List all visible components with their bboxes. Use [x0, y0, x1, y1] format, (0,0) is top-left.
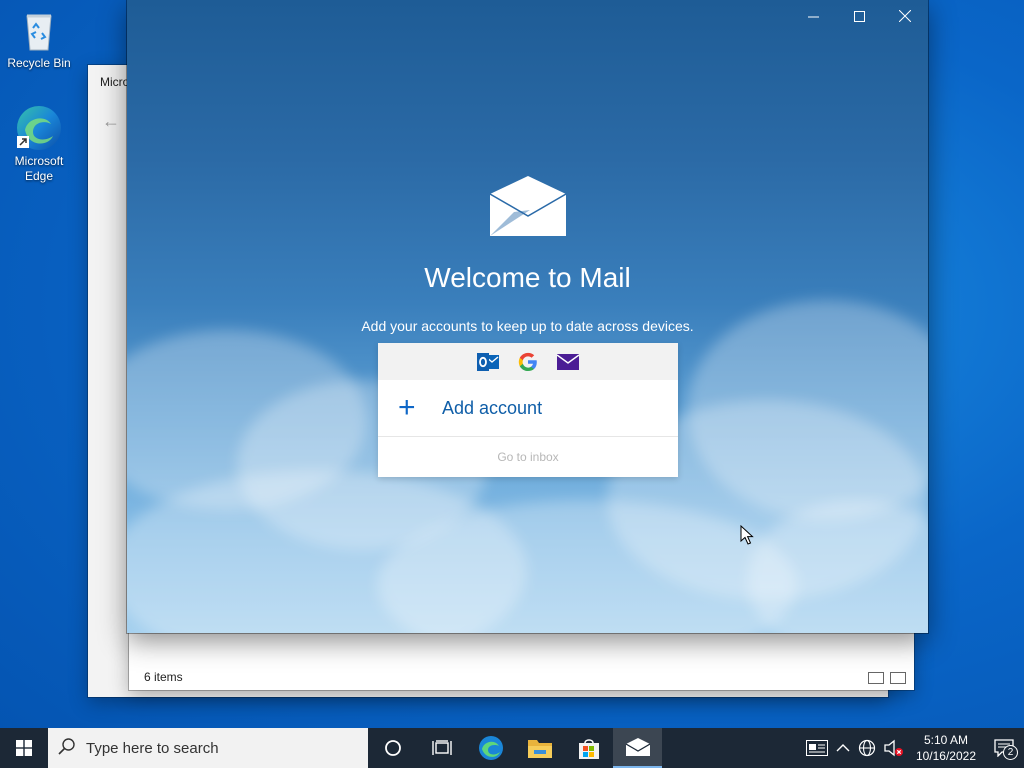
edge-icon	[478, 736, 503, 760]
account-card: + Add account Go to inbox	[378, 343, 678, 477]
store-button[interactable]	[564, 728, 613, 768]
windows-icon	[16, 740, 32, 756]
file-explorer-icon	[527, 740, 552, 758]
minimize-button[interactable]	[790, 0, 836, 32]
google-icon	[517, 351, 539, 373]
recycle-bin-icon	[15, 6, 63, 54]
mail-icon	[625, 738, 650, 756]
task-view-icon	[431, 740, 452, 755]
desktop-icon-label: Microsoft Edge	[14, 154, 64, 183]
welcome-subtitle: Add your accounts to keep up to date acr…	[361, 318, 694, 334]
window-title: Micro	[100, 75, 130, 89]
large-icons-view-icon[interactable]	[890, 672, 906, 684]
store-icon	[578, 739, 599, 759]
taskbar: Type here to search 5:10 AM 10/16/2022 2	[0, 728, 1024, 768]
network-icon[interactable]	[854, 728, 880, 768]
mail-taskbar-button[interactable]	[613, 728, 662, 768]
task-view-button[interactable]	[417, 728, 466, 768]
cortana-icon	[384, 740, 401, 756]
mail-icon	[557, 351, 579, 373]
cortana-button[interactable]	[368, 728, 417, 768]
clock-date: 10/16/2022	[915, 749, 976, 763]
close-button[interactable]	[882, 0, 928, 32]
minimize-icon	[807, 16, 819, 17]
desktop-icon-label: Recycle Bin	[7, 56, 71, 70]
mail-logo-icon	[489, 176, 567, 236]
search-placeholder: Type here to search	[86, 739, 219, 757]
news-widget-icon[interactable]	[802, 728, 832, 768]
mouse-cursor-icon	[740, 524, 754, 550]
back-arrow-icon[interactable]: ←	[102, 111, 120, 132]
edge-icon	[15, 104, 63, 152]
edge-taskbar-button[interactable]	[466, 728, 515, 768]
mail-window[interactable]: Welcome to Mail Add your accounts to kee…	[127, 0, 928, 633]
outlook-icon	[477, 351, 499, 373]
details-view-icon[interactable]	[868, 672, 884, 684]
maximize-icon	[853, 10, 865, 22]
clock-time: 5:10 AM	[923, 733, 968, 747]
plus-icon: +	[398, 391, 416, 424]
volume-muted-icon[interactable]	[880, 728, 908, 768]
go-to-inbox-button[interactable]: Go to inbox	[378, 437, 678, 476]
desktop-icon-recycle-bin[interactable]: Recycle Bin	[1, 6, 77, 71]
system-tray: 5:10 AM 10/16/2022 2	[802, 728, 1024, 768]
search-icon	[58, 737, 76, 759]
provider-icons	[378, 343, 678, 380]
add-account-label: Add account	[442, 397, 543, 418]
file-explorer-button[interactable]	[515, 728, 564, 768]
search-input[interactable]: Type here to search	[48, 728, 368, 768]
start-button[interactable]	[0, 728, 48, 768]
maximize-button[interactable]	[836, 0, 882, 32]
item-count: 6 items	[144, 670, 183, 684]
welcome-title: Welcome to Mail	[424, 262, 631, 293]
chevron-up-icon[interactable]	[832, 728, 854, 768]
desktop-icon-edge[interactable]: Microsoft Edge	[1, 104, 77, 184]
clock[interactable]: 5:10 AM 10/16/2022	[908, 732, 984, 764]
close-icon	[899, 10, 911, 22]
notification-badge: 2	[1003, 745, 1018, 760]
notification-center-button[interactable]: 2	[984, 728, 1024, 768]
add-account-button[interactable]: + Add account	[378, 380, 678, 437]
explorer-status-bar: 6 items	[129, 630, 914, 690]
